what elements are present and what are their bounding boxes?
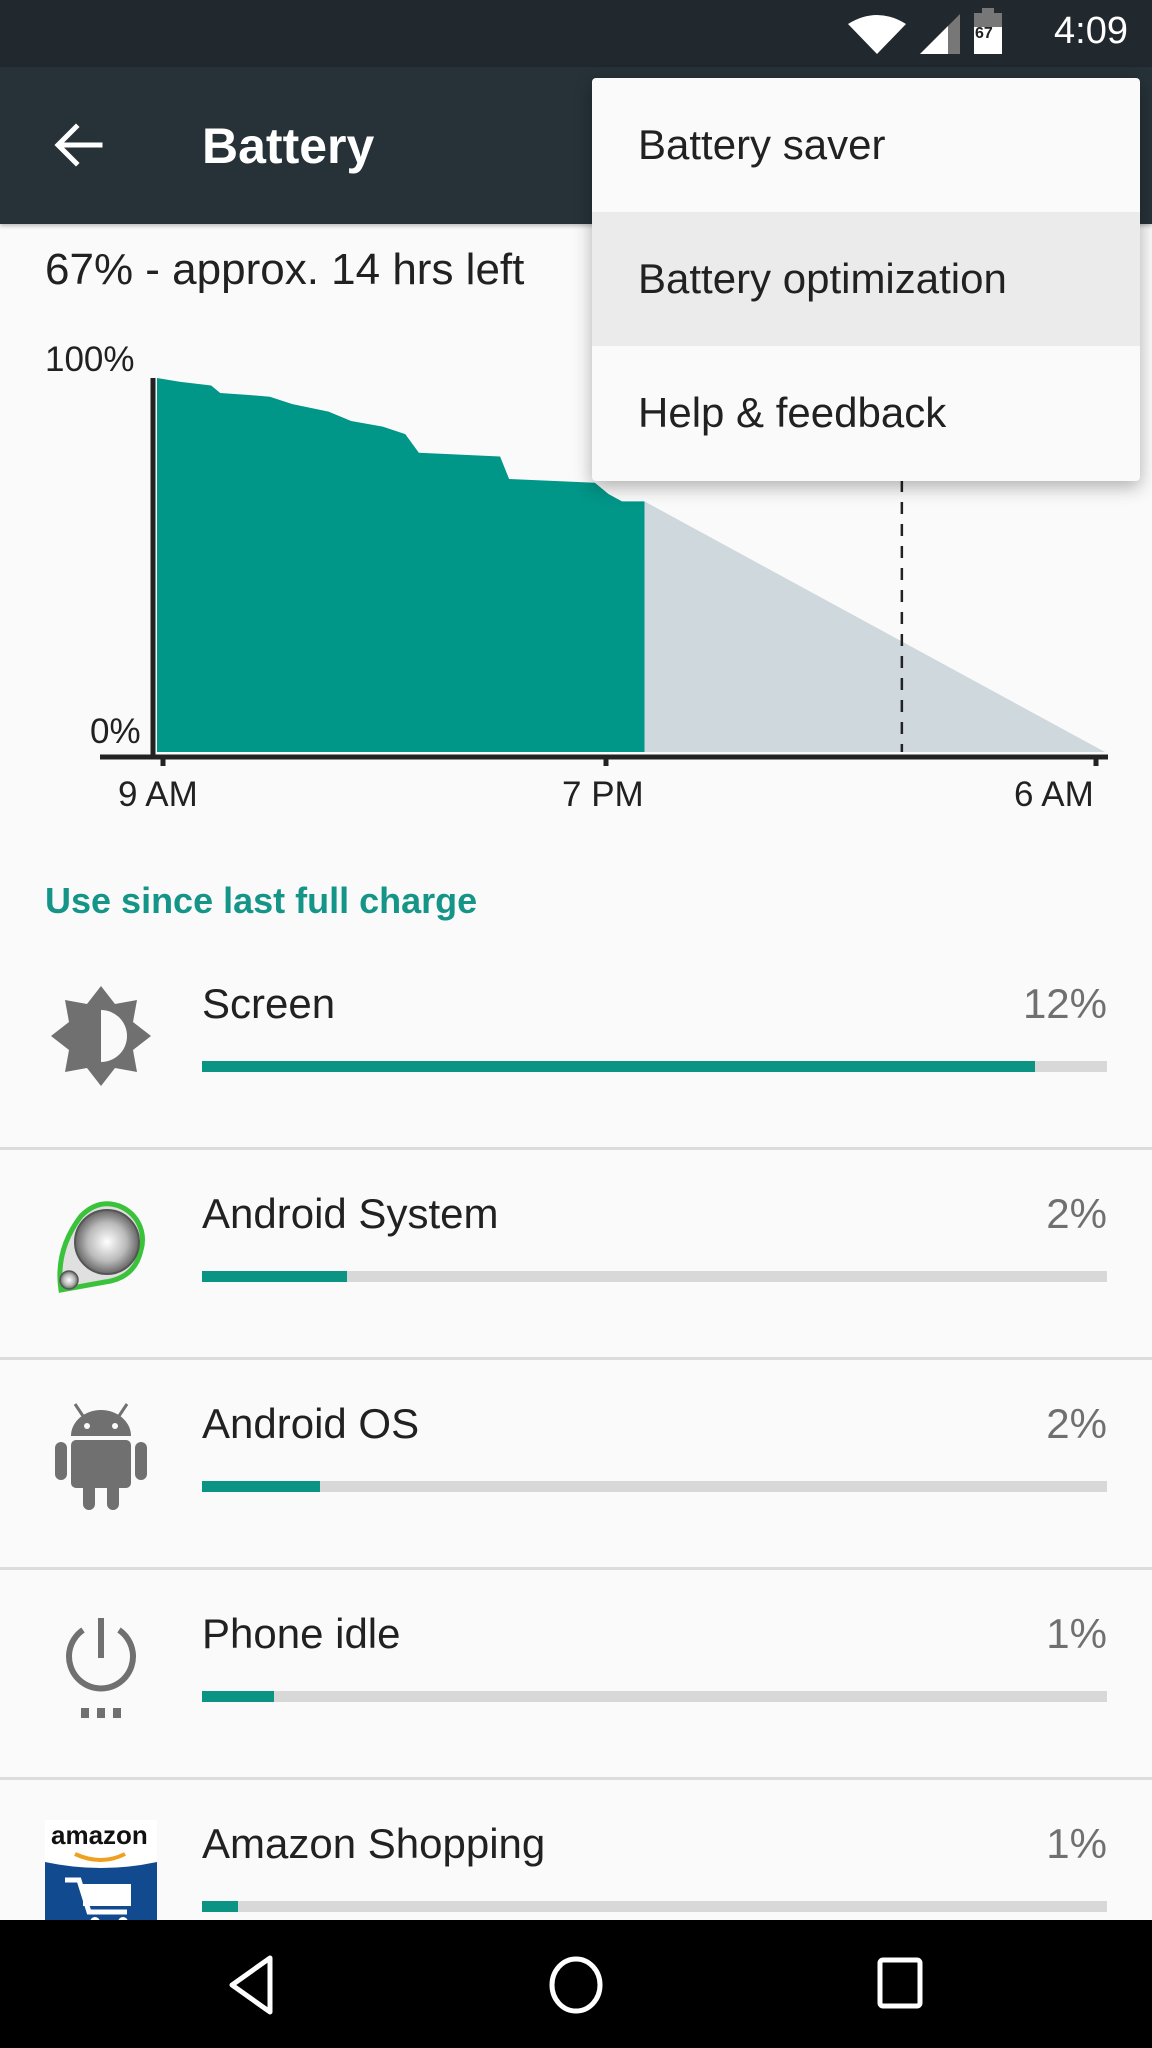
usage-name: Screen <box>202 980 336 1027</box>
clock: 4:09 <box>1054 10 1128 52</box>
list-item[interactable]: Android OS 2% <box>0 1360 1152 1570</box>
power-idle-icon <box>66 1618 136 1718</box>
list-item[interactable]: Phone idle 1% <box>0 1570 1152 1780</box>
cell-signal-icon <box>920 14 960 54</box>
usage-percent: 1% <box>1046 1610 1107 1657</box>
usage-name: Phone idle <box>202 1610 401 1657</box>
amazon-app-icon: amazon <box>45 1820 157 1932</box>
nav-back-icon[interactable] <box>218 1950 288 2020</box>
wifi-icon <box>848 15 906 54</box>
usage-percent: 2% <box>1046 1400 1107 1447</box>
arrow-back-icon[interactable] <box>50 117 106 173</box>
usage-bar <box>202 1481 1107 1492</box>
nav-home-icon[interactable] <box>541 1950 611 2020</box>
usage-percent: 1% <box>1046 1820 1107 1867</box>
nav-recents-icon[interactable] <box>866 1950 936 2020</box>
usage-bar <box>202 1901 1107 1912</box>
usage-name: Android System <box>202 1190 499 1237</box>
battery-summary: 67% - approx. 14 hrs left <box>45 245 525 294</box>
usage-name: Amazon Shopping <box>202 1820 546 1867</box>
usage-bar-fill <box>202 1061 1035 1072</box>
overflow-menu: Battery saver Battery optimization Help … <box>592 78 1140 481</box>
usage-bar-fill <box>202 1691 275 1702</box>
usage-percent: 12% <box>1022 980 1107 1027</box>
list-item[interactable]: Android System 2% <box>0 1150 1152 1360</box>
usage-bar <box>202 1061 1107 1072</box>
amazon-smile-icon <box>45 1852 157 1932</box>
menu-item-help-feedback[interactable]: Help & feedback <box>592 346 1140 480</box>
usage-percent: 2% <box>1046 1190 1107 1237</box>
usage-bar-fill <box>202 1901 239 1912</box>
usage-bar-fill <box>202 1481 320 1492</box>
usage-bar <box>202 1691 1107 1702</box>
status-bar: 67 4:09 <box>0 0 1152 67</box>
section-title: Use since last full charge <box>45 880 478 921</box>
battery-level-text: 67 <box>975 25 993 42</box>
brightness-icon <box>51 986 151 1086</box>
battery-history-area <box>157 378 645 752</box>
menu-item-battery-optimization[interactable]: Battery optimization <box>592 212 1140 346</box>
projected-area <box>644 501 1105 752</box>
page-title: Battery <box>202 118 375 174</box>
android-robot-icon <box>55 1403 147 1510</box>
usage-name: Android OS <box>202 1400 420 1447</box>
usage-bar <box>202 1271 1107 1282</box>
battery-icon: 67 <box>974 8 1002 54</box>
list-item[interactable]: Screen 12% <box>0 940 1152 1150</box>
usage-list: Screen 12% Android System 2% Android OS … <box>0 940 1152 1990</box>
android-system-icon <box>57 1201 145 1293</box>
menu-item-battery-saver[interactable]: Battery saver <box>592 78 1140 212</box>
usage-bar-fill <box>202 1271 347 1282</box>
navigation-bar <box>0 1920 1152 2048</box>
